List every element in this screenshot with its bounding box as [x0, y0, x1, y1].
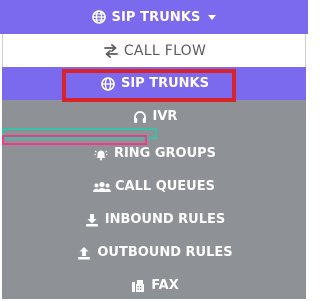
- menu-item-label: CALL QUEUES: [115, 179, 215, 194]
- download-icon: [83, 212, 101, 228]
- menu-item-label: FAX: [151, 278, 179, 293]
- headphones-icon: [131, 109, 149, 125]
- menu-item-inbound-rules[interactable]: INBOUND RULES: [2, 203, 306, 236]
- menu-item-sip-trunks[interactable]: SIP TRUNKS: [2, 67, 306, 100]
- menu-item-outbound-rules[interactable]: OUTBOUND RULES: [2, 236, 306, 269]
- bell-ring-icon: [92, 146, 110, 162]
- caret-down-icon: [207, 14, 216, 20]
- menu-item-fax[interactable]: FAX: [2, 269, 306, 301]
- users-icon: [93, 179, 111, 195]
- menu-item-call-queues[interactable]: CALL QUEUES: [2, 170, 306, 203]
- menu-item-ivr[interactable]: IVR: [2, 100, 306, 133]
- menu-item-label: SIP TRUNKS: [120, 76, 209, 91]
- screenshot-frame: SIP TRUNKS CALL FLOW SIP TRUNKS IVR RING…: [0, 0, 308, 301]
- globe-icon: [92, 10, 107, 24]
- fax-icon: [129, 278, 147, 294]
- dropdown-menu: CALL FLOW SIP TRUNKS IVR RING GROUPS CAL…: [2, 34, 306, 299]
- menu-item-label: OUTBOUND RULES: [97, 245, 233, 260]
- sip-trunks-dropdown-toggle[interactable]: SIP TRUNKS: [0, 0, 308, 34]
- menu-item-ring-groups[interactable]: RING GROUPS: [2, 137, 306, 170]
- exchange-arrows-icon: [102, 43, 120, 59]
- menu-item-label: INBOUND RULES: [104, 212, 226, 227]
- globe-icon: [99, 76, 117, 92]
- menu-item-call-flow[interactable]: CALL FLOW: [2, 34, 306, 67]
- upload-icon: [75, 245, 93, 261]
- menu-item-label: IVR: [152, 109, 178, 124]
- menu-item-label: RING GROUPS: [113, 146, 217, 161]
- dropdown-toggle-label: SIP TRUNKS: [111, 9, 201, 25]
- menu-item-label: CALL FLOW: [123, 42, 207, 59]
